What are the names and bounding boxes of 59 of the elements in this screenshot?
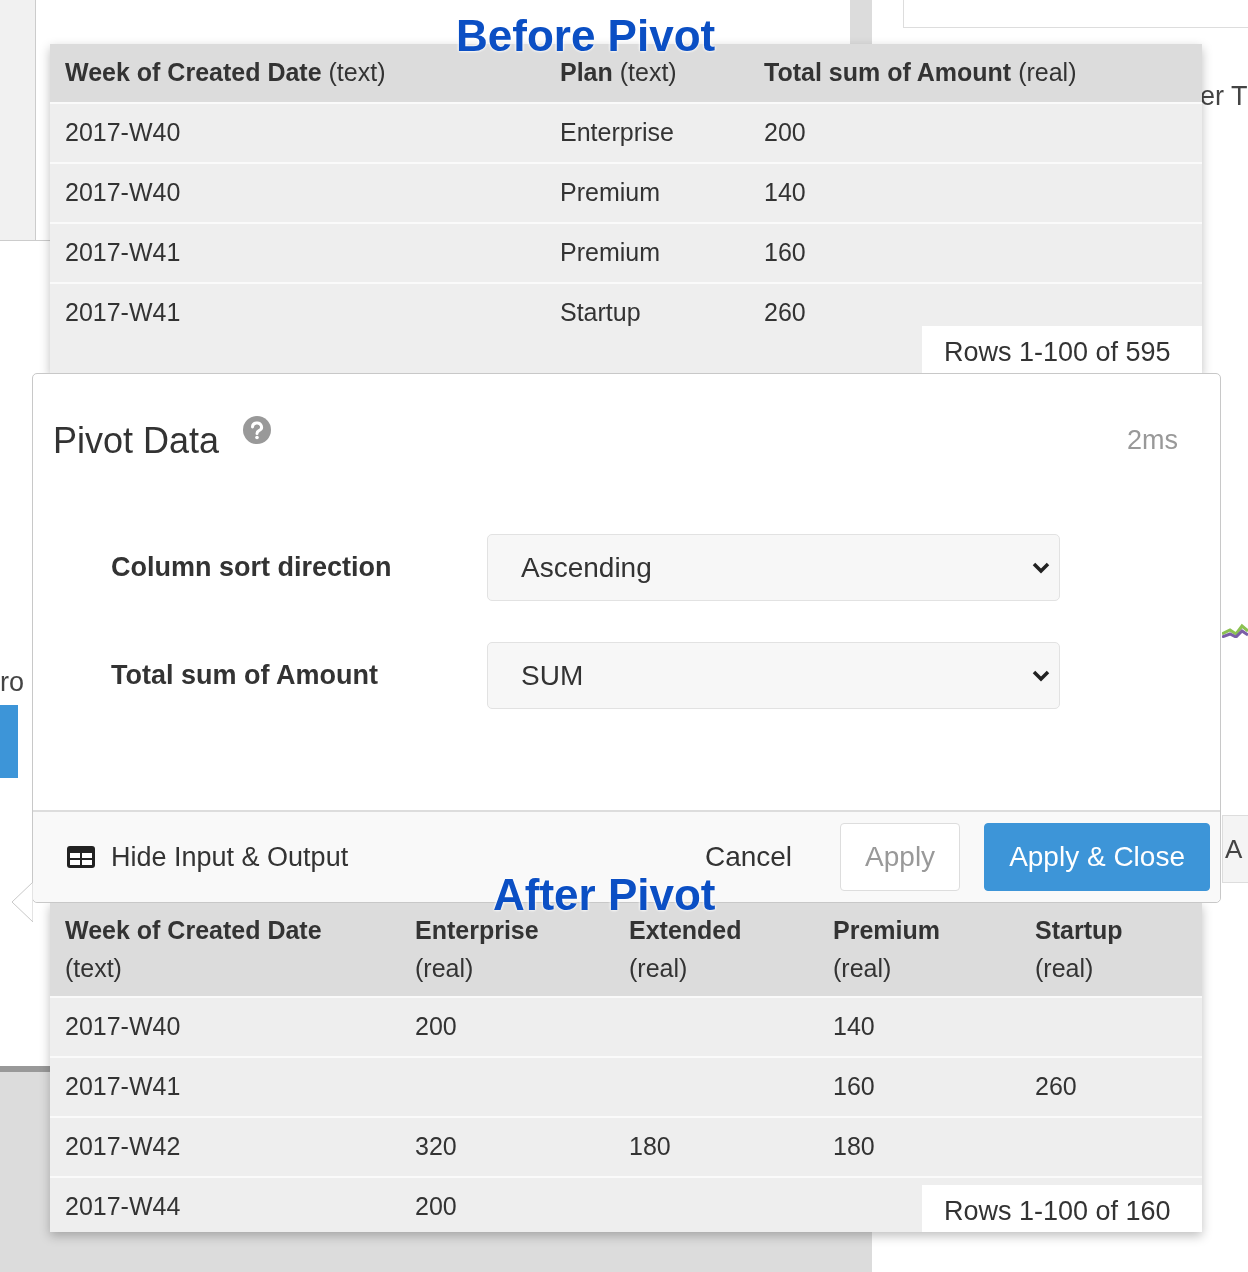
timing-label: 2ms [1127,424,1178,457]
table-cell: 2017-W41 [65,1072,181,1101]
field-label: Total sum of Amount [110,659,379,693]
modal-title: Pivot Data [53,419,220,463]
select-field[interactable]: SUM [487,642,1060,709]
partial-text: er T [1200,80,1248,113]
column-type: (real) [833,952,893,984]
table-cell: 2017-W42 [65,1132,181,1161]
column-name: Startup [1035,915,1124,946]
table-cell: 140 [764,178,806,207]
column-type: (real) [1018,58,1077,87]
table-cell: Startup [560,298,641,327]
toggle-button[interactable]: Hide Input & Output [67,836,349,878]
table-cell: 140 [833,1012,875,1041]
table-cell: 180 [629,1132,671,1161]
table-cell: 2017-W40 [65,1012,181,1041]
table-cell: 160 [764,238,806,267]
help-icon[interactable] [243,416,272,444]
table-cell: Premium [560,238,660,267]
table-cell: 2017-W44 [65,1192,181,1221]
table-cell: 200 [764,118,806,147]
table-cell: 2017-W41 [65,298,181,327]
column-type: (text) [65,952,123,984]
table-cell: 180 [833,1132,875,1161]
table-cell: 2017-W40 [65,178,181,207]
column-name: Enterprise [415,915,540,946]
table-cell: Premium [560,178,660,207]
table-cell: 2017-W40 [65,118,181,147]
table-cell: 160 [833,1072,875,1101]
table-icon [67,846,95,868]
partial-button[interactable]: A [1222,815,1248,883]
column-name: Week of Created Date [65,915,323,946]
chart-heading: Before Pivot [456,14,716,58]
table-cell: 200 [415,1192,457,1221]
table-cell: 200 [415,1012,457,1041]
chart-fragment-drawing [1222,622,1248,638]
column-type: (real) [415,952,475,984]
column-name: Premium [833,915,941,946]
column-name: Week of Created Date [65,58,322,87]
column-name: Extended [629,915,743,946]
row-count: Rows 1-100 of 595 [922,326,1202,373]
chart-heading: After Pivot [493,873,716,917]
column-type: (real) [629,952,689,984]
column-type: (real) [1035,952,1095,984]
table-cell: 2017-W41 [65,238,181,267]
column-type: (text) [328,58,386,87]
table-cell: Enterprise [560,118,674,147]
table-cell: 260 [1035,1072,1077,1101]
table-cell: 320 [415,1132,457,1161]
caret-icon [1031,560,1051,575]
field-label: Column sort direction [110,551,393,585]
column-name: Total sum of Amount [764,58,1012,87]
column-type: (text) [619,58,677,87]
column-name: Plan [560,58,613,87]
caret-icon [1031,668,1051,683]
partial-text: ro [0,666,24,699]
row-count: Rows 1-100 of 160 [922,1185,1202,1232]
select-field[interactable]: Ascending [487,534,1060,601]
table-cell: 260 [764,298,806,327]
